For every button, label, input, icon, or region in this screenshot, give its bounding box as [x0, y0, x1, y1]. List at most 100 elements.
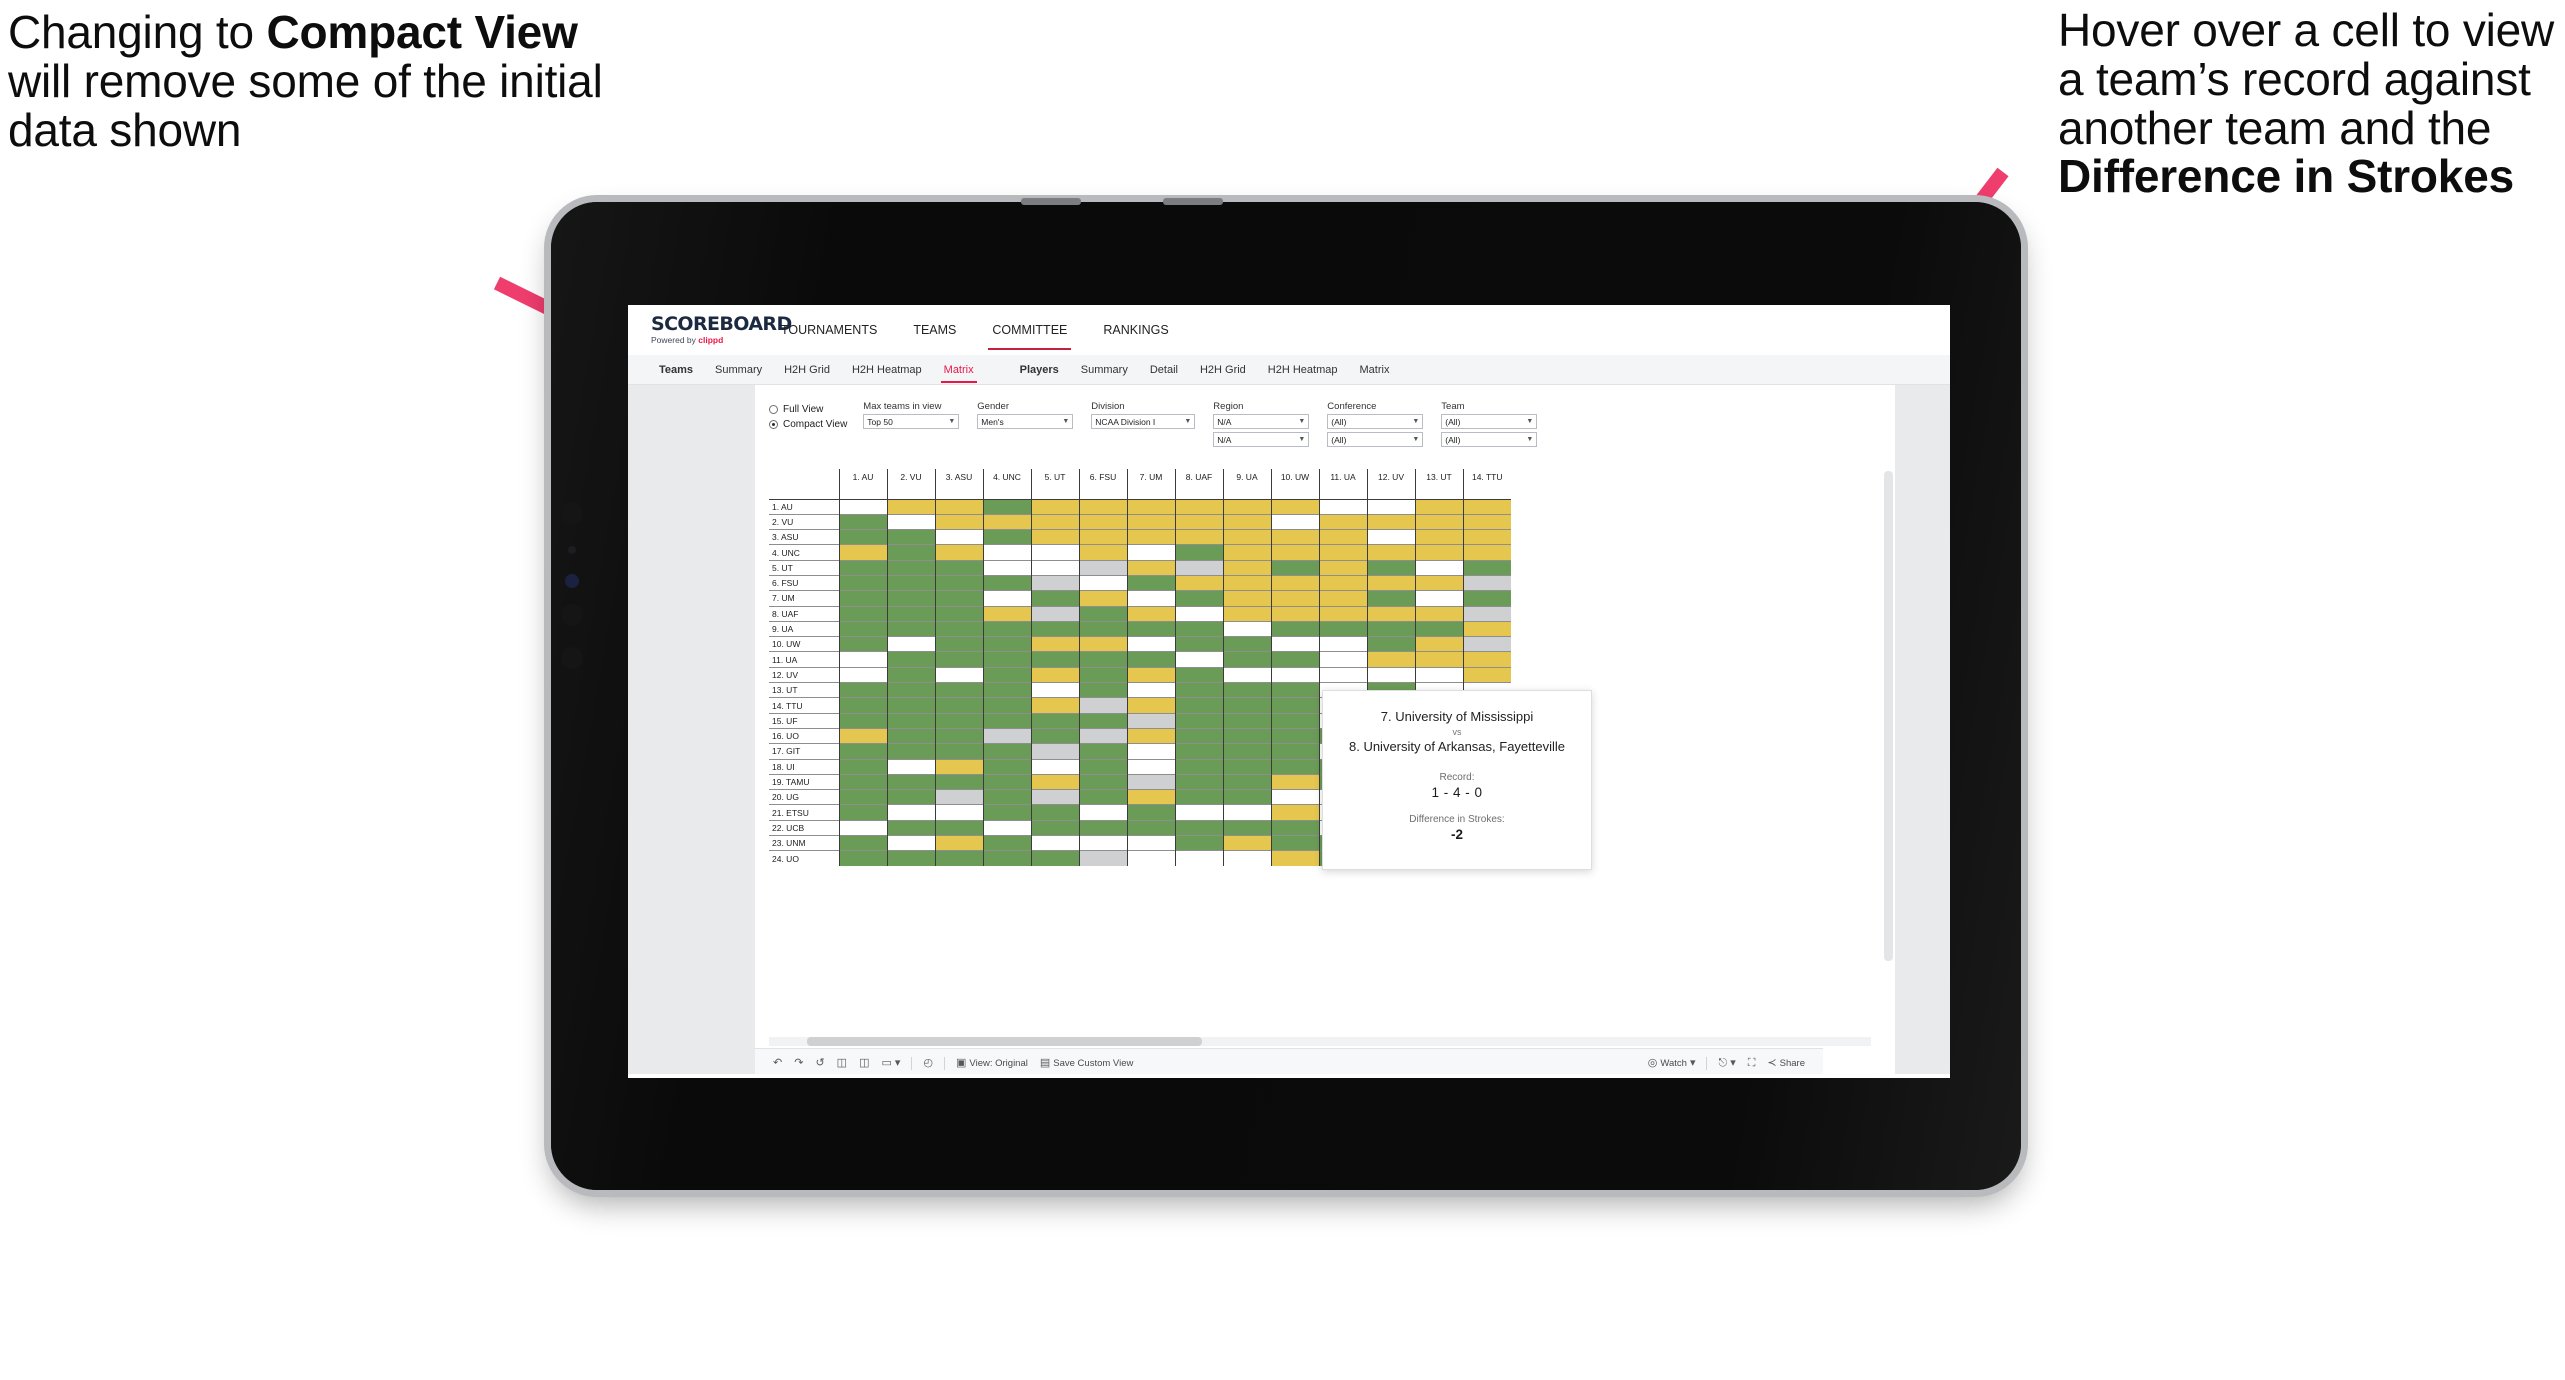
matrix-cell[interactable]	[1270, 666, 1319, 683]
matrix-cell[interactable]	[1366, 651, 1415, 668]
matrix-cell[interactable]	[1126, 636, 1175, 652]
matrix-cell[interactable]	[838, 850, 887, 867]
matrix-cell[interactable]	[886, 789, 935, 805]
matrix-cell[interactable]	[1030, 513, 1079, 530]
matrix-cell[interactable]	[838, 636, 887, 652]
matrix-cell[interactable]	[982, 727, 1031, 744]
subnav-item-teams-h2h-grid[interactable]: H2H Grid	[773, 355, 841, 385]
matrix-cell[interactable]	[1174, 605, 1223, 622]
matrix-cell[interactable]	[1366, 590, 1415, 607]
matrix-cell[interactable]	[886, 513, 935, 530]
matrix-cell[interactable]	[1174, 697, 1223, 714]
matrix-cell[interactable]	[838, 773, 887, 790]
matrix-cell[interactable]	[1222, 590, 1271, 607]
matrix-cell[interactable]	[1078, 498, 1127, 515]
matrix-cell[interactable]	[1462, 651, 1511, 668]
matrix-cell[interactable]	[838, 835, 887, 851]
matrix-cell[interactable]	[1078, 605, 1127, 622]
matrix-cell[interactable]	[1366, 666, 1415, 683]
matrix-cell[interactable]	[1078, 666, 1127, 683]
matrix-cell[interactable]	[1126, 727, 1175, 744]
matrix-cell[interactable]	[886, 835, 935, 851]
matrix-cell[interactable]	[934, 651, 983, 668]
matrix-cell[interactable]	[934, 620, 983, 637]
matrix-cell[interactable]	[1366, 513, 1415, 530]
filter-team-select-1[interactable]: (All) ▼	[1441, 414, 1538, 429]
matrix-cell[interactable]	[1222, 819, 1271, 836]
matrix-cell[interactable]	[1366, 529, 1415, 545]
topnav-item-rankings[interactable]: RANKINGS	[1085, 305, 1186, 355]
matrix-cell[interactable]	[934, 559, 983, 576]
matrix-cell[interactable]	[886, 574, 935, 591]
matrix-cell[interactable]	[1174, 789, 1223, 805]
matrix-cell[interactable]	[1030, 789, 1079, 805]
matrix-cell[interactable]	[1126, 574, 1175, 591]
matrix-cell[interactable]	[838, 605, 887, 622]
matrix-cell[interactable]	[1462, 498, 1511, 515]
matrix-cell[interactable]	[1462, 590, 1511, 607]
matrix-cell[interactable]	[1318, 605, 1367, 622]
matrix-cell[interactable]	[934, 850, 983, 867]
matrix-cell[interactable]	[1030, 636, 1079, 652]
watch-button[interactable]: ◎ Watch ▾	[1642, 1058, 1702, 1070]
matrix-cell[interactable]	[838, 682, 887, 698]
subnav-item-teams-matrix[interactable]: Matrix	[933, 355, 985, 385]
matrix-cell[interactable]	[982, 758, 1031, 775]
topnav-item-tournaments[interactable]: TOURNAMENTS	[763, 305, 895, 355]
filter-region-select-2[interactable]: N/A ▼	[1213, 432, 1310, 447]
filter-max-teams-select[interactable]: Top 50 ▼	[863, 414, 960, 429]
matrix-cell[interactable]	[1030, 559, 1079, 576]
matrix-cell[interactable]	[838, 651, 887, 668]
matrix-cell[interactable]	[1030, 498, 1079, 515]
matrix-cell[interactable]	[1414, 651, 1463, 668]
share-button[interactable]: ≺ Share	[1761, 1058, 1811, 1070]
matrix-cell[interactable]	[1270, 498, 1319, 515]
matrix-cell[interactable]	[1030, 620, 1079, 637]
matrix-cell[interactable]	[838, 529, 887, 545]
matrix-cell[interactable]	[1174, 743, 1223, 760]
matrix-cell[interactable]	[1030, 697, 1079, 714]
matrix-cell[interactable]	[1318, 651, 1367, 668]
matrix-cell[interactable]	[934, 590, 983, 607]
matrix-cell[interactable]	[1222, 529, 1271, 545]
matrix-cell[interactable]	[982, 682, 1031, 698]
matrix-cell[interactable]	[1270, 620, 1319, 637]
matrix-cell[interactable]	[1078, 544, 1127, 561]
matrix-cell[interactable]	[1414, 544, 1463, 561]
matrix-cell[interactable]	[1222, 789, 1271, 805]
matrix-cell[interactable]	[1078, 804, 1127, 821]
matrix-cell[interactable]	[1318, 574, 1367, 591]
matrix-cell[interactable]	[1030, 835, 1079, 851]
matrix-cell[interactable]	[886, 620, 935, 637]
matrix-cell[interactable]	[1174, 498, 1223, 515]
matrix-cell[interactable]	[1270, 727, 1319, 744]
matrix-cell[interactable]	[886, 651, 935, 668]
matrix-cell[interactable]	[1222, 559, 1271, 576]
matrix-cell[interactable]	[1126, 605, 1175, 622]
matrix-cell[interactable]	[1078, 789, 1127, 805]
matrix-cell[interactable]	[1078, 850, 1127, 867]
matrix-cell[interactable]	[1270, 773, 1319, 790]
matrix-cell[interactable]	[1030, 529, 1079, 545]
matrix-cell[interactable]	[1030, 804, 1079, 821]
matrix-cell[interactable]	[934, 758, 983, 775]
save-custom-view-button[interactable]: ▤ Save Custom View	[1034, 1058, 1140, 1070]
filter-conference-select-1[interactable]: (All) ▼	[1327, 414, 1424, 429]
subnav-item-players-matrix[interactable]: Matrix	[1349, 355, 1401, 385]
matrix-cell[interactable]	[1270, 682, 1319, 698]
matrix-cell[interactable]	[982, 544, 1031, 561]
matrix-cell[interactable]	[1126, 590, 1175, 607]
matrix-cell[interactable]	[934, 498, 983, 515]
undo-button[interactable]: ↶	[767, 1058, 788, 1069]
matrix-cell[interactable]	[1270, 835, 1319, 851]
matrix-cell[interactable]	[1126, 835, 1175, 851]
matrix-cell[interactable]	[1222, 498, 1271, 515]
matrix-cell[interactable]	[934, 513, 983, 530]
matrix-cell[interactable]	[1318, 529, 1367, 545]
matrix-cell[interactable]	[1366, 620, 1415, 637]
matrix-cell[interactable]	[1222, 605, 1271, 622]
matrix-cell[interactable]	[1174, 513, 1223, 530]
filter-gender-select[interactable]: Men's ▼	[977, 414, 1074, 429]
matrix-cell[interactable]	[1270, 804, 1319, 821]
matrix-cell[interactable]	[838, 559, 887, 576]
